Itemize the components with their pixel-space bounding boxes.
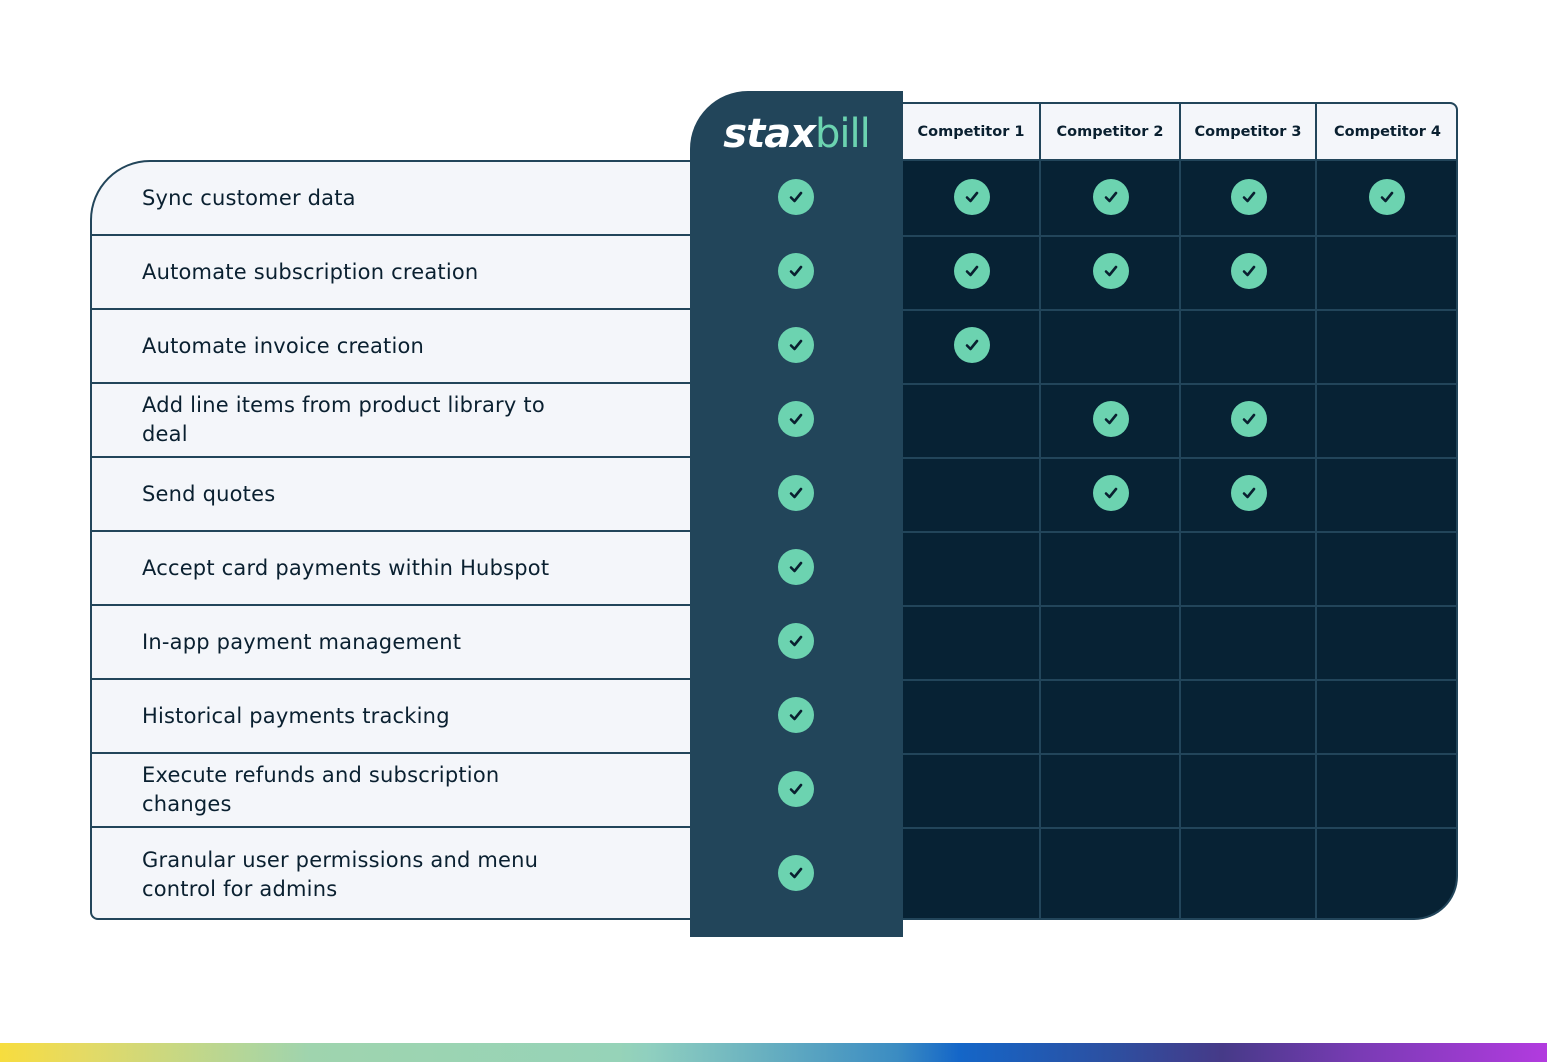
feature-row: Sync customer data	[92, 162, 700, 236]
logo-stax: stax	[723, 111, 816, 157]
check-circle-icon	[1380, 191, 1393, 203]
staxbill-check	[778, 327, 814, 363]
competitor-1-check	[954, 253, 990, 289]
grid-divider	[903, 309, 1456, 311]
check-circle-icon	[789, 867, 803, 879]
competitor-header-1: Competitor 1	[903, 104, 1041, 161]
grid-divider	[903, 827, 1456, 829]
check-circle-icon	[789, 487, 803, 499]
feature-label: Accept card payments within Hubspot	[142, 555, 550, 580]
competitor-1-check	[954, 179, 990, 215]
check-circle-icon	[789, 561, 803, 573]
check-circle-icon	[789, 709, 803, 721]
competitor-2-check	[1093, 475, 1129, 511]
feature-label: Historical payments tracking	[142, 703, 450, 728]
feature-row: Add line items from product library to d…	[92, 384, 700, 458]
competitor-header-3: Competitor 3	[1181, 104, 1317, 161]
check-circle-icon	[1104, 413, 1118, 425]
competitor-grid: Competitor 1 Competitor 2 Competitor 3 Comp…	[903, 102, 1458, 920]
competitor-3-check	[1231, 253, 1267, 289]
grid-divider	[903, 605, 1456, 607]
check-circle-icon	[789, 265, 803, 277]
staxbill-check	[778, 771, 814, 807]
feature-label: Add line items from product library to d…	[142, 393, 545, 446]
check-circle-icon	[965, 191, 979, 203]
staxbill-check	[778, 855, 814, 891]
staxbill-check	[778, 401, 814, 437]
feature-row: Automate subscription creation	[92, 236, 700, 310]
grid-divider	[903, 679, 1456, 681]
check-circle-icon	[789, 191, 803, 203]
competitor-4-check	[1368, 179, 1405, 215]
competitor-3-check	[1231, 475, 1267, 511]
decorative-gradient-bar	[0, 1043, 1547, 1062]
staxbill-logo: stax bill	[690, 109, 903, 159]
grid-divider	[903, 753, 1456, 755]
feature-label: Execute refunds and subscription changes	[142, 763, 500, 816]
check-circle-icon	[1242, 413, 1256, 425]
competitor-3-check	[1231, 401, 1267, 437]
grid-divider	[903, 531, 1456, 533]
feature-label: Granular user permissions and menu contr…	[142, 848, 539, 901]
staxbill-check	[778, 697, 814, 733]
staxbill-check	[778, 549, 814, 585]
check-circle-icon	[965, 265, 979, 277]
check-circle-icon	[1242, 265, 1256, 277]
check-circle-icon	[1242, 191, 1256, 203]
competitor-1-check	[954, 327, 990, 363]
feature-row: In-app payment management	[92, 606, 700, 680]
feature-label: Automate invoice creation	[142, 333, 425, 358]
staxbill-check	[778, 623, 814, 659]
feature-row: Send quotes	[92, 458, 700, 532]
competitor-2-check	[1093, 401, 1129, 437]
grid-divider	[903, 457, 1456, 459]
feature-row: Automate invoice creation	[92, 310, 700, 384]
check-circle-icon	[1104, 191, 1118, 203]
competitor-2-check	[1093, 179, 1129, 215]
staxbill-check	[778, 179, 814, 215]
feature-row: Granular user permissions and menu contr…	[92, 828, 700, 918]
grid-divider	[903, 235, 1456, 237]
check-circle-icon	[789, 635, 803, 647]
feature-label: In-app payment management	[142, 629, 462, 654]
competitor-3-check	[1231, 179, 1267, 215]
feature-row: Execute refunds and subscription changes	[92, 754, 700, 828]
feature-row: Accept card payments within Hubspot	[92, 532, 700, 606]
feature-row: Historical payments tracking	[92, 680, 700, 754]
grid-divider	[903, 383, 1456, 385]
staxbill-check	[778, 253, 814, 289]
grid-divider	[1039, 161, 1041, 918]
grid-divider	[1315, 161, 1317, 918]
check-circle-icon	[965, 339, 979, 351]
grid-divider	[1179, 161, 1181, 918]
check-circle-icon	[789, 413, 803, 425]
competitor-2-check	[1093, 253, 1129, 289]
staxbill-check	[778, 475, 814, 511]
logo-bill: bill	[815, 111, 871, 157]
feature-label: Automate subscription creation	[142, 259, 479, 284]
feature-label: Sync customer data	[142, 185, 356, 210]
feature-list: Sync customer data Automate subscription …	[90, 160, 700, 920]
check-circle-icon	[789, 783, 803, 795]
feature-label: Send quotes	[142, 481, 276, 506]
check-circle-icon	[789, 339, 803, 351]
staxbill-column: stax bill	[690, 91, 903, 937]
check-circle-icon	[1242, 487, 1256, 499]
competitor-header-2: Competitor 2	[1041, 104, 1181, 161]
check-circle-icon	[1104, 487, 1118, 499]
competitor-header-4: Competitor 4	[1317, 104, 1456, 161]
check-circle-icon	[1104, 265, 1118, 277]
